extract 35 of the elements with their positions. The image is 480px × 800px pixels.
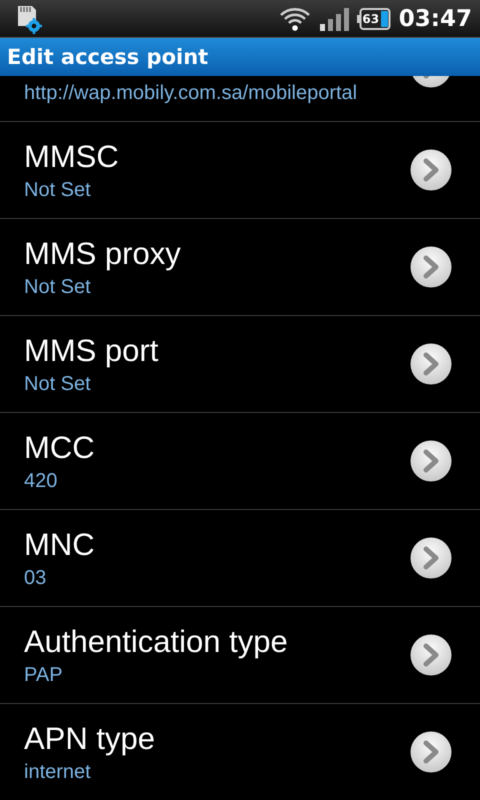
setting-row[interactable]: Authentication type PAP (0, 607, 480, 704)
setting-title: MMS proxy (24, 236, 182, 272)
setting-row[interactable]: MCC 420 (0, 413, 480, 510)
setting-value: Not Set (24, 276, 92, 298)
setting-row[interactable]: MMSC Not Set (0, 122, 480, 219)
chevron-button[interactable] (410, 634, 452, 676)
setting-row[interactable]: MMS port Not Set (0, 316, 480, 413)
chevron-button[interactable] (410, 731, 452, 773)
signal-icon (318, 6, 349, 32)
setting-title: APN type (24, 720, 156, 756)
chevron-button[interactable] (410, 440, 452, 482)
setting-title: MNC (24, 526, 96, 562)
setting-row[interactable]: MMS proxy Not Set (0, 219, 480, 316)
setting-title: MMS port (24, 332, 160, 368)
clock-time: 03:47 (398, 6, 472, 32)
setting-title: MMSC (24, 138, 120, 174)
setting-value: Not Set (24, 372, 92, 396)
wifi-icon (278, 6, 311, 32)
setting-row[interactable]: MNC 03 (0, 510, 480, 607)
setting-title: MCC (24, 430, 96, 466)
chevron-button[interactable] (410, 246, 452, 288)
setting-value: internet (24, 760, 92, 784)
setting-value: Not Set (24, 178, 92, 202)
screen-title: Edit access point (7, 45, 208, 69)
setting-value: PAP (24, 664, 64, 686)
setting-title: Authentication type (24, 624, 289, 660)
chevron-button[interactable] (410, 343, 452, 385)
setting-value: http://wap.mobily.com.sa/mobileportal (24, 81, 358, 105)
chevron-button[interactable] (410, 149, 452, 191)
setting-value: 420 (24, 470, 58, 492)
battery-icon: 63 (356, 8, 391, 30)
setting-value: 03 (24, 566, 48, 590)
setting-row[interactable]: http://wap.mobily.com.sa/mobileportal (0, 76, 480, 122)
setting-row[interactable]: APN type internet (0, 704, 480, 800)
chevron-button[interactable] (410, 537, 452, 579)
